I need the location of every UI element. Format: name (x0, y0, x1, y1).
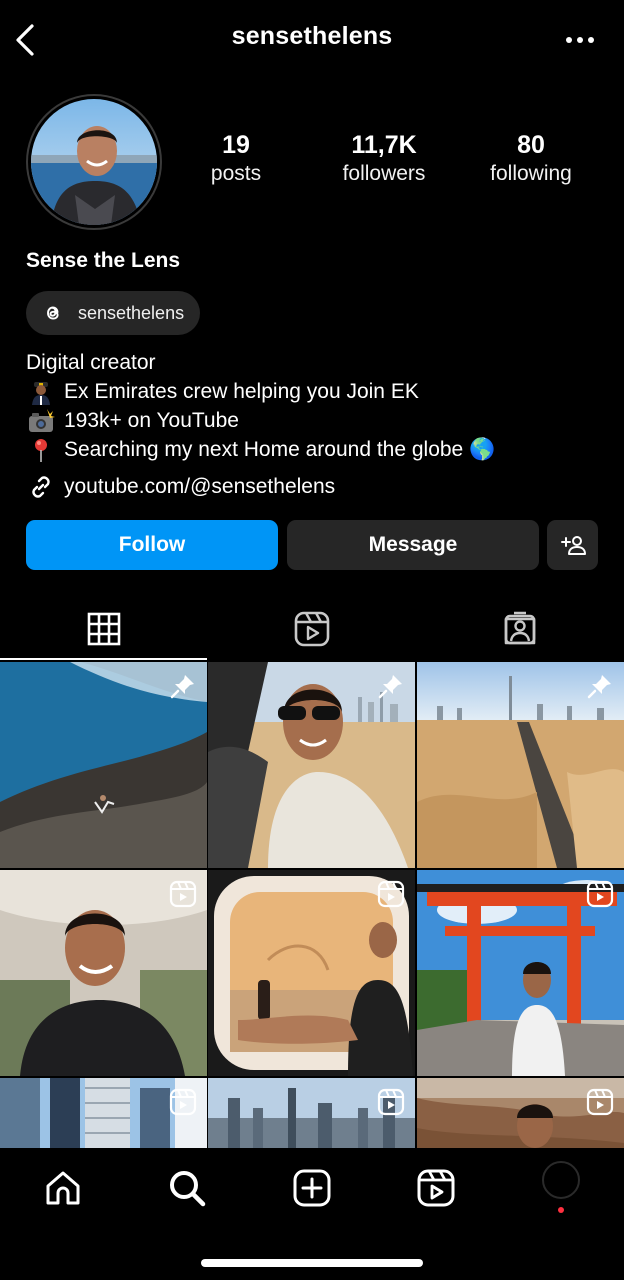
posts-label: posts (210, 162, 262, 185)
reel-icon (169, 1088, 197, 1116)
active-tab-indicator (0, 658, 207, 660)
nav-profile[interactable] (539, 1161, 583, 1213)
threads-badge[interactable]: sensethelens (26, 291, 201, 335)
tab-tagged[interactable] (416, 598, 623, 660)
search-icon (170, 1171, 206, 1207)
tagged-icon (504, 611, 535, 645)
more-horizontal-icon (566, 37, 594, 43)
bio-line-3: Searching my next Home around the globe … (26, 435, 495, 464)
posts-grid (0, 662, 624, 1148)
reel-icon (169, 880, 197, 908)
message-button[interactable]: Message (287, 520, 539, 570)
reel-icon (377, 1088, 405, 1116)
pinned-icon (378, 675, 402, 699)
nav-search[interactable] (165, 1166, 209, 1210)
bio-line-2-text: 193k+ on YouTube (64, 409, 239, 432)
link-icon (32, 476, 50, 498)
posts-count-stat[interactable]: 19 posts (161, 130, 311, 188)
bio-line-3-text: Searching my next Home around the globe … (64, 438, 496, 461)
following-count: 80 (517, 131, 545, 159)
create-icon (293, 1169, 331, 1207)
reel-icon (377, 880, 405, 908)
following-label: following (490, 162, 572, 185)
bio: Digital creator Ex Emirates crew helping… (26, 348, 495, 464)
tab-reels[interactable] (208, 598, 415, 660)
profile-tabs (0, 598, 624, 660)
more-options-button[interactable] (560, 28, 600, 52)
reels-icon (294, 611, 329, 647)
home-icon (46, 1171, 80, 1205)
bio-category: Digital creator (26, 351, 156, 374)
pinned-icon (587, 675, 611, 699)
profile-avatar-icon (542, 1161, 580, 1213)
followers-count-stat[interactable]: 11,7K followers (309, 130, 459, 188)
grid-post-1[interactable] (0, 662, 207, 868)
followers-label: followers (342, 162, 426, 185)
profile-photo (31, 99, 157, 225)
profile-avatar[interactable] (26, 94, 162, 230)
grid-post-3[interactable] (417, 662, 624, 868)
nav-create[interactable] (290, 1166, 334, 1210)
bio-line-2: 193k+ on YouTube (26, 406, 495, 435)
grid-post-4[interactable] (0, 870, 207, 1076)
round-pushpin-emoji (26, 437, 56, 463)
bio-line-1: Ex Emirates crew helping you Join EK (26, 377, 495, 406)
grid-post-2[interactable] (208, 662, 415, 868)
grid-post-7[interactable] (0, 1078, 207, 1148)
profile-link[interactable]: youtube.com/@sensethelens (26, 472, 335, 502)
camera-flash-emoji (26, 408, 56, 434)
threads-handle: sensethelens (78, 302, 185, 323)
posts-count: 19 (222, 131, 250, 159)
reels-icon (417, 1169, 455, 1207)
follow-button[interactable]: Follow (26, 520, 278, 570)
reel-icon (586, 1088, 614, 1116)
following-count-stat[interactable]: 80 following (456, 130, 606, 188)
pilot-emoji (26, 379, 56, 405)
grid-post-6[interactable] (417, 870, 624, 1076)
grid-post-8[interactable] (208, 1078, 415, 1148)
followers-count: 11,7K (351, 131, 417, 159)
pinned-icon (170, 675, 194, 699)
threads-icon (47, 306, 59, 320)
grid-post-5[interactable] (208, 870, 415, 1076)
suggested-users-button[interactable] (547, 520, 598, 570)
bio-line-1-text: Ex Emirates crew helping you Join EK (64, 380, 419, 403)
profile-username-title: sensethelens (231, 22, 393, 50)
display-name: Sense the Lens (26, 249, 181, 272)
nav-home[interactable] (41, 1166, 85, 1210)
home-indicator (201, 1259, 423, 1267)
grid-post-9[interactable] (417, 1078, 624, 1148)
grid-icon (87, 612, 120, 646)
nav-reels[interactable] (414, 1166, 458, 1210)
add-person-icon (560, 536, 586, 555)
profile-link-text: youtube.com/@sensethelens (64, 475, 336, 498)
reel-icon (586, 880, 614, 908)
tab-grid[interactable] (0, 598, 207, 660)
